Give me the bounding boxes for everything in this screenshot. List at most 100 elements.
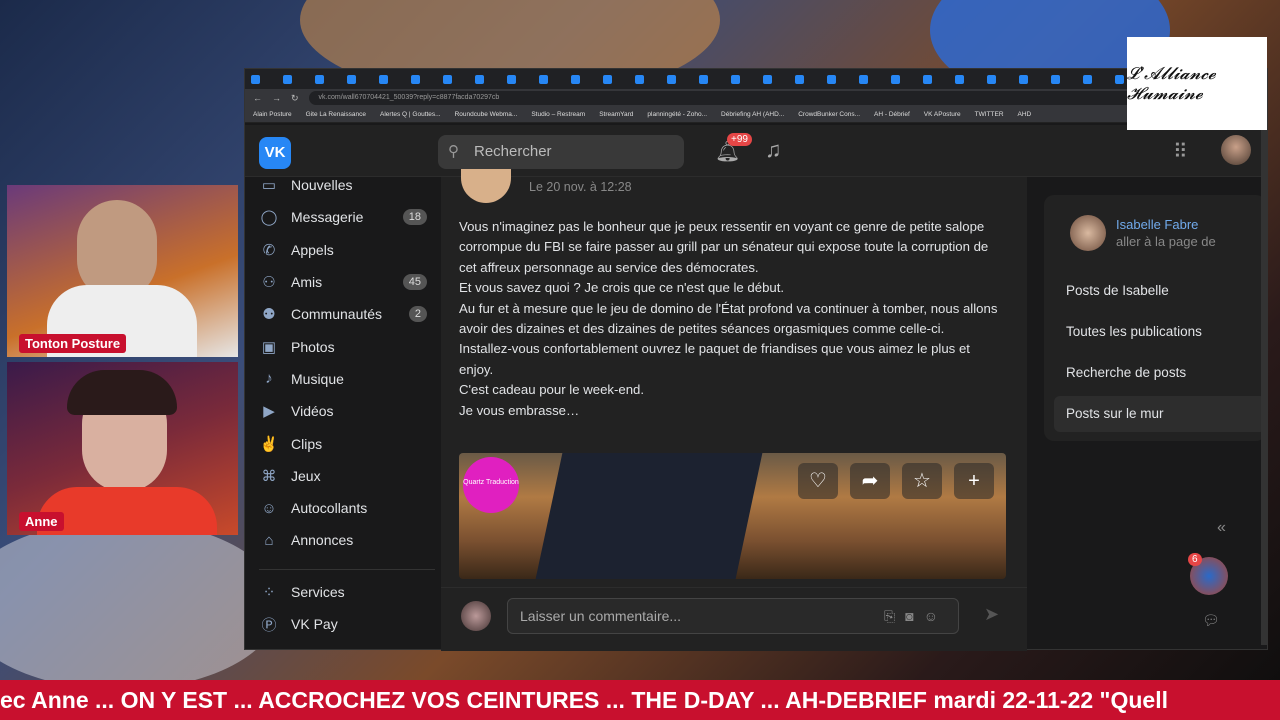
post-video[interactable]: Quartz Traduction ♡ ➦ ☆ + — [459, 453, 1006, 579]
sidebar-item[interactable]: ✌ Clips — [259, 427, 435, 459]
collapse-icon[interactable]: « — [1217, 519, 1226, 537]
browser-tab[interactable] — [667, 72, 695, 86]
url-input[interactable]: vk.com/wall670704421_50039?reply=c8877fa… — [308, 91, 1259, 105]
favorite-icon[interactable]: ☆ — [902, 463, 942, 499]
sidebar-item[interactable]: ✆ Appels — [259, 234, 435, 266]
bookmark[interactable]: CrowdBunker Cons... — [798, 111, 860, 118]
tab-favicon-icon — [891, 74, 900, 84]
post-author-avatar[interactable] — [461, 169, 511, 203]
sidebar-item-label: Services — [291, 583, 345, 600]
sidebar-item[interactable]: ♪ Musique — [259, 363, 435, 395]
sidebar-count: 45 — [402, 274, 427, 291]
friends-icon: ⚇ — [262, 274, 276, 292]
browser-tab[interactable] — [635, 72, 663, 86]
music-icon[interactable]: ♫ — [765, 137, 782, 163]
vkpay-icon: Ⓟ — [261, 616, 277, 634]
user-avatar[interactable] — [1221, 135, 1251, 165]
like-icon[interactable]: ♡ — [798, 463, 838, 499]
video-icon: ▶ — [263, 403, 275, 421]
share-icon[interactable]: ➦ — [850, 463, 890, 499]
reload-icon[interactable]: ↻ — [291, 93, 299, 104]
emoji-icon[interactable]: ☺ — [924, 608, 948, 624]
sidebar-item[interactable]: ▶ Vidéos — [259, 395, 435, 427]
sidebar-item[interactable]: Ⓟ VK Pay — [259, 608, 435, 640]
vk-logo[interactable]: VK — [259, 137, 291, 169]
browser-tab[interactable] — [795, 72, 823, 86]
tab-favicon-icon — [731, 74, 740, 84]
browser-tab[interactable] — [763, 72, 791, 86]
browser-tab[interactable] — [411, 72, 439, 86]
bookmark[interactable]: planningété - Zoho... — [647, 111, 707, 118]
sidebar-item[interactable]: ⚉ Communautés 2 — [259, 298, 435, 330]
bookmark[interactable]: AH - Débrief — [874, 111, 910, 118]
bookmark[interactable]: Débriefing AH (AHD... — [721, 111, 784, 118]
search-icon: ⚲ — [448, 143, 459, 160]
sidebar-item[interactable]: ⌂ Annonces — [259, 524, 435, 556]
webcam-tonton-posture: Tonton Posture — [7, 185, 238, 357]
add-icon[interactable]: + — [954, 463, 994, 499]
profile-avatar[interactable] — [1070, 215, 1106, 251]
browser-tab[interactable] — [955, 72, 983, 86]
sidebar-item[interactable]: ◯ Messagerie 18 — [259, 201, 435, 233]
browser-tab[interactable] — [283, 72, 311, 86]
apps-grid-icon[interactable]: ⠿ — [1173, 139, 1188, 164]
sidebar-item[interactable]: ⁘ Services — [259, 576, 435, 608]
forward-icon[interactable]: → — [272, 93, 281, 103]
browser-tab[interactable] — [315, 72, 343, 86]
browser-tab[interactable] — [379, 72, 407, 86]
sidebar-item[interactable]: ▣ Photos — [259, 330, 435, 362]
right-panel-link[interactable]: Posts sur le mur — [1054, 396, 1266, 432]
attach-icon[interactable]: ⎘ — [884, 608, 905, 624]
bookmark[interactable]: Roundcube Webma... — [455, 111, 518, 118]
browser-tab[interactable] — [891, 72, 919, 86]
sidebar-item[interactable]: ⚇ Amis 45 — [259, 266, 435, 298]
sidebar-item[interactable]: ▭ Nouvelles — [259, 169, 435, 201]
post-date[interactable]: Le 20 nov. à 12:28 — [529, 180, 632, 194]
bookmark[interactable]: Alain Posture — [253, 111, 292, 118]
bookmark[interactable]: Studio – Restream — [531, 111, 585, 118]
browser-tab[interactable] — [699, 72, 727, 86]
bookmark[interactable]: Alertes Q | Gouttes... — [380, 111, 441, 118]
browser-tab[interactable] — [827, 72, 855, 86]
sidebar-item[interactable]: ☺ Autocollants — [259, 492, 435, 524]
browser-tab[interactable] — [1019, 72, 1047, 86]
right-panel-link[interactable]: Toutes les publications — [1054, 314, 1266, 350]
browser-tab[interactable] — [859, 72, 887, 86]
post-paragraph: Et vous savez quoi ? Je crois que ce n'e… — [459, 280, 785, 296]
browser-tab[interactable] — [443, 72, 471, 86]
browser-tab[interactable] — [475, 72, 503, 86]
profile-link[interactable]: aller à la page de — [1116, 234, 1216, 249]
browser-tab[interactable] — [1083, 72, 1111, 86]
browser-tab[interactable] — [923, 72, 951, 86]
scrollbar[interactable] — [1261, 125, 1267, 645]
browser-tab[interactable] — [731, 72, 759, 86]
browser-tab[interactable] — [507, 72, 535, 86]
video-watermark: Quartz Traduction — [463, 457, 519, 513]
browser-tab[interactable] — [1051, 72, 1079, 86]
right-panel-link[interactable]: Posts de Isabelle — [1054, 273, 1266, 309]
comment-input[interactable]: Laisser un commentaire... ⎘◙☺ — [507, 598, 959, 634]
bookmark[interactable]: TWITTER — [975, 111, 1004, 118]
right-panel-link[interactable]: Recherche de posts — [1054, 355, 1266, 391]
post-paragraph: Installez-vous confortablement ouvrez le… — [459, 341, 970, 377]
tab-favicon-icon — [955, 74, 964, 84]
chat-icon[interactable]: 💬︎ — [1202, 612, 1220, 629]
sidebar-item[interactable]: ⌘ Jeux — [259, 460, 435, 492]
browser-tab[interactable] — [987, 72, 1015, 86]
send-icon[interactable]: ➤ — [984, 604, 999, 625]
browser-tab[interactable] — [251, 72, 279, 86]
post-paragraph: Au fur et à mesure que le jeu de domino … — [459, 300, 998, 337]
back-icon[interactable]: ← — [253, 93, 262, 103]
browser-tab[interactable] — [603, 72, 631, 86]
browser-tab[interactable] — [347, 72, 375, 86]
bookmark[interactable]: Gite La Renaissance — [306, 111, 366, 118]
browser-tab[interactable] — [571, 72, 599, 86]
browser-tab[interactable] — [539, 72, 567, 86]
bookmark[interactable]: VK APosture — [924, 111, 961, 118]
camera-icon[interactable]: ◙ — [905, 608, 923, 624]
bookmark[interactable]: StreamYard — [599, 111, 633, 118]
search-input[interactable]: ⚲ Rechercher — [438, 135, 684, 169]
profile-name[interactable]: Isabelle Fabre — [1116, 217, 1198, 232]
bookmark[interactable]: AHD — [1018, 111, 1032, 118]
tab-strip[interactable] — [245, 69, 1267, 89]
